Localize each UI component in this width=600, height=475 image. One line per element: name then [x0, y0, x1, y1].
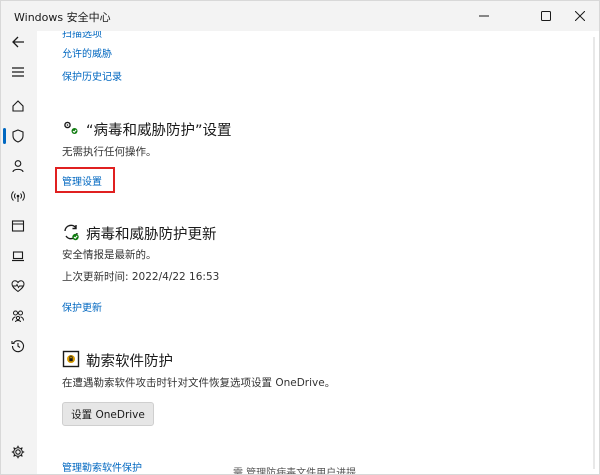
back-icon: [12, 36, 24, 48]
manage-settings-link[interactable]: 管理设置: [62, 173, 102, 188]
nav-device-security[interactable]: [7, 245, 29, 267]
scan-options-link[interactable]: 扫描选项: [62, 31, 102, 40]
last-update-text: 上次更新时间: 2022/4/22 16:53: [62, 271, 220, 283]
ransomware-icon: [62, 350, 80, 368]
update-sync-icon: [62, 223, 80, 241]
home-icon: [12, 100, 24, 112]
back-button[interactable]: [7, 31, 29, 53]
laptop-icon: [12, 251, 24, 262]
gear-icon: [11, 445, 25, 459]
virus-settings-title: “病毒和威胁防护”设置: [86, 123, 232, 139]
nav-settings[interactable]: [7, 441, 29, 463]
app-browser-icon: [11, 220, 25, 232]
allowed-threats-link[interactable]: 允许的威胁: [62, 45, 112, 60]
security-center-window: Windows 安全中心 扫描选项 允许的威胁 保护历史记录 “病毒和威胁防护”…: [0, 0, 600, 475]
close-button[interactable]: [557, 1, 599, 31]
shield-icon: [12, 129, 24, 143]
scrollbar[interactable]: [591, 31, 597, 474]
minimize-button[interactable]: [461, 1, 507, 31]
menu-button[interactable]: [7, 61, 29, 83]
person-icon: [12, 160, 24, 173]
virus-updates-title: 病毒和威胁防护更新: [86, 227, 217, 243]
setup-onedrive-button[interactable]: 设置 OneDrive: [62, 402, 154, 426]
active-nav-indicator: [3, 128, 6, 144]
history-icon: [11, 340, 24, 353]
ransomware-title: 勒索软件防护: [86, 354, 173, 370]
protection-history-link[interactable]: 保护历史记录: [62, 68, 122, 83]
update-status-text: 安全情报是最新的。: [62, 249, 157, 261]
protection-updates-link[interactable]: 保护更新: [62, 299, 102, 314]
nav-protection-history[interactable]: [7, 335, 29, 357]
sidebar: [1, 31, 37, 474]
nav-family-options[interactable]: [7, 305, 29, 327]
settings-gears-icon: [62, 119, 80, 137]
health-icon: [11, 280, 25, 293]
nav-app-browser[interactable]: [7, 215, 29, 237]
wireless-icon: [11, 191, 25, 202]
maximize-icon: [541, 11, 551, 21]
virus-settings-desc: 无需执行任何操作。: [62, 146, 157, 158]
manage-ransomware-link[interactable]: 管理勒索软件保护: [62, 459, 142, 474]
nav-account[interactable]: [7, 155, 29, 177]
cut-off-text: 需 管理防病毒文件用户进提: [233, 468, 357, 475]
minimize-icon: [479, 15, 489, 17]
family-icon: [12, 310, 24, 323]
ransomware-desc: 在遭遇勒索软件攻击时针对文件恢复选项设置 OneDrive。: [62, 377, 336, 389]
nav-firewall[interactable]: [7, 185, 29, 207]
nav-device-health[interactable]: [7, 275, 29, 297]
hamburger-icon: [12, 67, 24, 77]
nav-virus-protection[interactable]: [7, 125, 29, 147]
close-icon: [575, 11, 585, 21]
main-content: 扫描选项 允许的威胁 保护历史记录 “病毒和威胁防护”设置 无需执行任何操作。 …: [37, 31, 599, 475]
app-title: Windows 安全中心: [14, 11, 111, 24]
title-bar: Windows 安全中心: [1, 1, 599, 31]
nav-home[interactable]: [7, 95, 29, 117]
